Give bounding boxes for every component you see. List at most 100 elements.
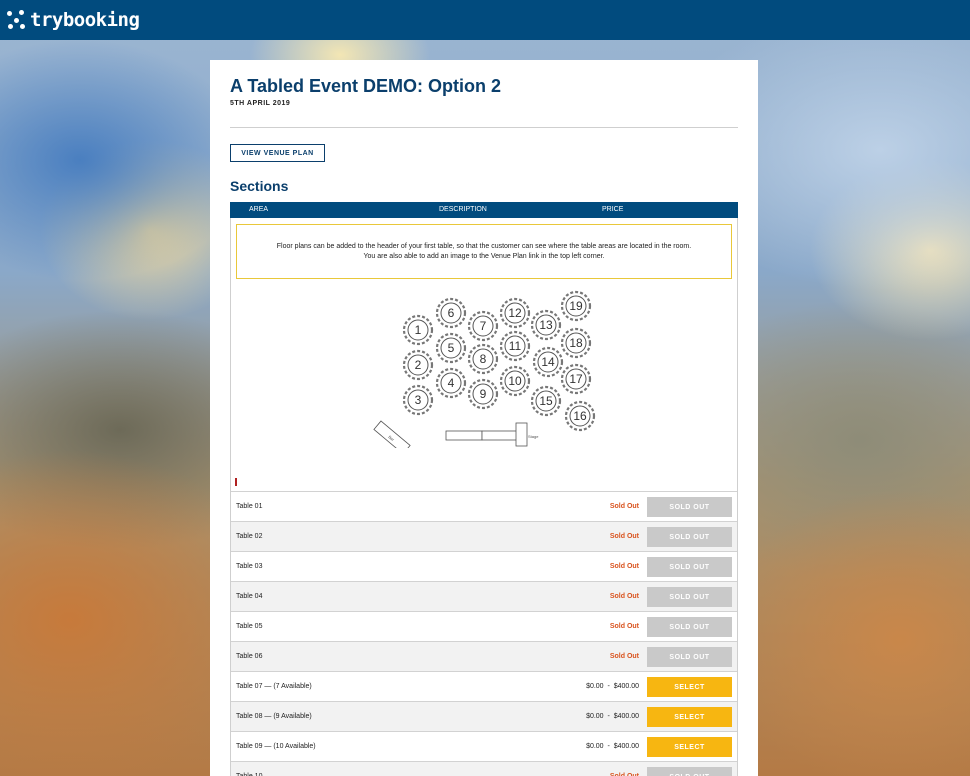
floorplan-table-18: 18 xyxy=(560,327,592,359)
sold-out-button: SOLD OUT xyxy=(647,587,732,607)
sold-out-status: Sold Out xyxy=(609,503,639,510)
sold-out-status: Sold Out xyxy=(609,623,639,630)
stage-left xyxy=(445,430,483,441)
price-range: $0.00 - $400.00 xyxy=(586,713,639,720)
table-row: Table 01 Sold Out SOLD OUT xyxy=(231,491,737,521)
floorplan-table-number: 15 xyxy=(539,394,553,408)
brand-logo[interactable]: trybooking xyxy=(7,9,140,31)
sold-out-button: SOLD OUT xyxy=(647,617,732,637)
floorplan-table-13: 13 xyxy=(530,309,562,341)
sold-out-button: SOLD OUT xyxy=(647,497,732,517)
floorplan-table-1: 1 xyxy=(402,314,434,346)
trybooking-logo-icon xyxy=(7,10,27,30)
stage-steps xyxy=(515,422,528,447)
table-row: Table 08 — (9 Available) $0.00 - $400.00 S… xyxy=(231,701,737,731)
table-name: Table 01 xyxy=(236,503,263,510)
floorplan-table-7: 7 xyxy=(467,310,499,342)
table-row: Table 03 Sold Out SOLD OUT xyxy=(231,551,737,581)
notice-line-1: Floor plans can be added to the header o… xyxy=(276,242,692,250)
floorplan-table-number: 18 xyxy=(569,336,583,350)
floorplan-table-16: 16 xyxy=(564,400,596,432)
floorplan-table-6: 6 xyxy=(435,297,467,329)
floorplan-table-number: 9 xyxy=(480,387,487,401)
sold-out-button: SOLD OUT xyxy=(647,557,732,577)
table-name: Table 06 xyxy=(236,653,263,660)
price-range: $0.00 - $400.00 xyxy=(586,683,639,690)
sections-heading: Sections xyxy=(230,178,289,194)
floorplan-table-number: 17 xyxy=(569,372,583,386)
sold-out-button: SOLD OUT xyxy=(647,767,732,776)
notice-line-2: You are also able to add an image to the… xyxy=(363,252,605,260)
sold-out-button: SOLD OUT xyxy=(647,527,732,547)
floorplan-table-number: 12 xyxy=(508,306,522,320)
floorplan-table-number: 13 xyxy=(539,318,553,332)
floorplan-table-number: 7 xyxy=(480,319,487,333)
floorplan-table-5: 5 xyxy=(435,332,467,364)
sold-out-status: Sold Out xyxy=(609,653,639,660)
select-button[interactable]: SELECT xyxy=(647,677,732,697)
table-row: Table 06 Sold Out SOLD OUT xyxy=(231,641,737,671)
floorplan-notice: Floor plans can be added to the header o… xyxy=(236,224,732,279)
table-row: Table 05 Sold Out SOLD OUT xyxy=(231,611,737,641)
floor-plan-image: 12345678910111213141516171819 Bar Stage xyxy=(373,290,596,448)
table-name: Table 05 xyxy=(236,623,263,630)
price-range: $0.00 - $400.00 xyxy=(586,743,639,750)
event-date: 5TH APRIL 2019 xyxy=(230,100,291,107)
table-name: Table 08 — (9 Available) xyxy=(236,713,312,720)
floorplan-table-number: 1 xyxy=(415,323,422,337)
header-description: DESCRIPTION xyxy=(439,206,487,213)
floorplan-table-number: 3 xyxy=(415,393,422,407)
sold-out-status: Sold Out xyxy=(609,533,639,540)
floorplan-table-8: 8 xyxy=(467,343,499,375)
floorplan-table-number: 2 xyxy=(415,358,422,372)
view-venue-plan-button[interactable]: VIEW VENUE PLAN xyxy=(230,144,325,162)
sections-table: Floor plans can be added to the header o… xyxy=(230,218,738,776)
floorplan-table-17: 17 xyxy=(560,363,592,395)
marker xyxy=(235,478,237,486)
table-row: Table 07 — (7 Available) $0.00 - $400.00 S… xyxy=(231,671,737,701)
floorplan-table-number: 19 xyxy=(569,299,583,313)
table-row: Table 09 — (10 Available) $0.00 - $400.00… xyxy=(231,731,737,761)
sections-table-header: AREA DESCRIPTION PRICE xyxy=(230,202,738,218)
sold-out-button: SOLD OUT xyxy=(647,647,732,667)
header-area: AREA xyxy=(249,206,269,213)
table-row: Table 10Sold OutSOLD OUT xyxy=(231,761,737,776)
floorplan-table-11: 11 xyxy=(499,330,531,362)
floorplan-table-12: 12 xyxy=(499,297,531,329)
event-title: A Tabled Event DEMO: Option 2 xyxy=(230,76,502,96)
select-button[interactable]: SELECT xyxy=(647,707,732,727)
brand-name: trybooking xyxy=(30,9,140,31)
header-price: PRICE xyxy=(602,206,624,213)
table-name: Table 09 — (10 Available) xyxy=(236,743,316,750)
select-button[interactable]: SELECT xyxy=(647,737,732,757)
floorplan-table-4: 4 xyxy=(435,367,467,399)
floorplan-table-14: 14 xyxy=(532,346,564,378)
floorplan-table-number: 8 xyxy=(480,352,487,366)
table-name: Table 02 xyxy=(236,533,263,540)
floorplan-table-10: 10 xyxy=(499,365,531,397)
table-name: Table 03 xyxy=(236,563,263,570)
floorplan-table-9: 9 xyxy=(467,378,499,410)
event-card: A Tabled Event DEMO: Option 2 5TH APRIL … xyxy=(210,60,758,776)
table-row: Table 04 Sold Out SOLD OUT xyxy=(231,581,737,611)
floorplan-table-2: 2 xyxy=(402,349,434,381)
floorplan-table-number: 16 xyxy=(573,409,587,423)
floorplan-table-15: 15 xyxy=(530,385,562,417)
table-name: Table 07 — (7 Available) xyxy=(236,683,312,690)
sold-out-status: Sold Out xyxy=(609,593,639,600)
table-row: Table 02 Sold Out SOLD OUT xyxy=(231,521,737,551)
floorplan-table-number: 10 xyxy=(508,374,522,388)
floorplan-table-19: 19 xyxy=(560,290,592,322)
divider xyxy=(230,127,738,128)
floorplan-table-number: 5 xyxy=(448,341,455,355)
table-name: Table 04 xyxy=(236,593,263,600)
top-bar: trybooking xyxy=(0,0,970,40)
sold-out-status: Sold Out xyxy=(609,563,639,570)
stage-right xyxy=(481,430,519,441)
floorplan-table-number: 11 xyxy=(509,339,522,353)
floorplan-table-3: 3 xyxy=(402,384,434,416)
floorplan-table-number: 4 xyxy=(448,376,455,390)
floorplan-table-number: 6 xyxy=(448,306,455,320)
floorplan-table-number: 14 xyxy=(541,355,555,369)
stage-label: Stage xyxy=(528,434,539,439)
